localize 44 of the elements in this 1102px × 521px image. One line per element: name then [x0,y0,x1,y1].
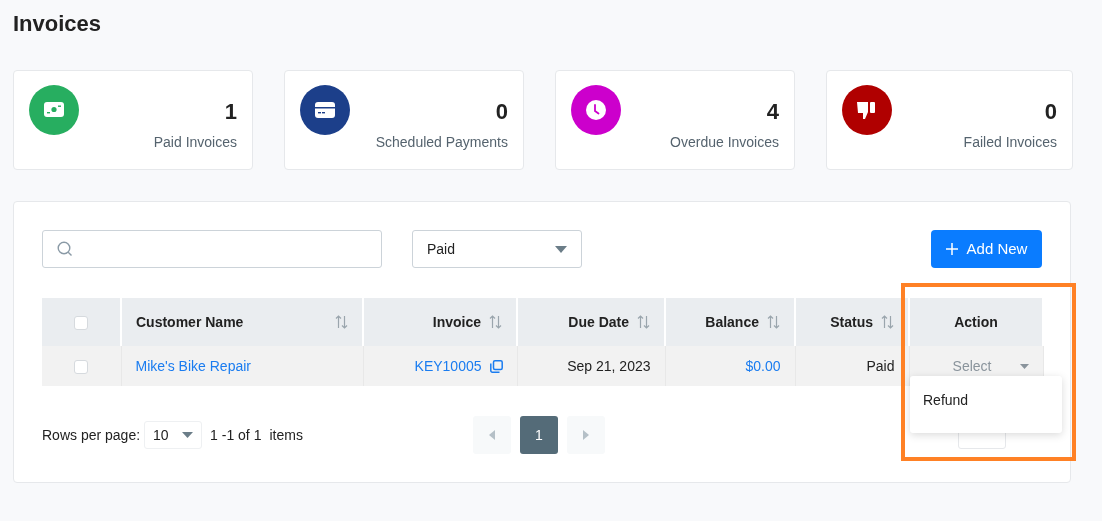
column-header: Customer Name [136,312,244,332]
status-text: Paid [866,357,895,374]
right-arrow-icon [582,430,589,440]
stat-value: 0 [1043,99,1057,125]
column-header: Action [954,312,998,332]
sort-icon[interactable] [767,315,780,329]
sort-icon[interactable] [489,315,502,329]
caret-icon [1019,363,1029,369]
status-dropdown[interactable]: Paid [412,230,582,268]
search-field[interactable] [42,230,382,268]
balance-link[interactable]: $0.00 [745,357,781,374]
column-header: Due Date [568,312,629,332]
stat-value: 0 [494,99,508,125]
search-icon [57,241,73,257]
stat-value: 1 [223,99,237,125]
stat-value: 4 [765,99,779,125]
stat-label: Overdue Invoices [670,133,779,152]
sort-icon[interactable] [881,315,894,329]
column-header: Balance [705,312,759,332]
column-header: Invoice [432,312,481,332]
stat-label: Scheduled Payments [375,133,508,152]
range-text: 1 -1 of 1 [210,425,262,445]
page-title: Invoices [13,10,103,38]
rows-per-page-label: Rows per page: [42,425,141,445]
rows-per-page-select[interactable]: 10 [144,421,203,449]
sort-icon[interactable] [637,315,650,329]
caret-icon [555,245,567,253]
copy-icon[interactable] [489,359,503,373]
stat-label: Failed Invoices [963,133,1057,152]
sort-icon[interactable] [335,315,348,329]
add-new-button[interactable]: Add New [931,230,1042,268]
plus-icon [945,243,958,255]
menu-item[interactable]: Refund [923,390,1049,411]
checkbox[interactable] [74,359,89,374]
page-button[interactable]: 1 [519,416,558,454]
column-header: Status [830,312,873,332]
left-arrow-icon [488,430,495,440]
caret-icon [182,432,194,438]
items-label: items [269,425,303,445]
due-date: Sep 21, 2023 [567,357,651,374]
previous-page-button[interactable] [472,416,511,454]
stat-label: Paid Invoices [153,133,237,152]
next-page-button[interactable] [566,416,605,454]
checkbox[interactable] [74,315,88,330]
